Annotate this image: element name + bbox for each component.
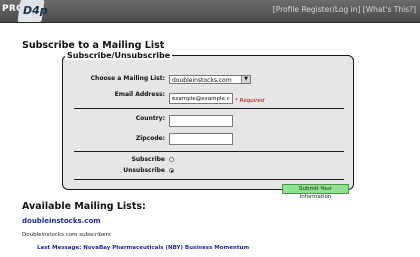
divider <box>74 179 344 180</box>
unsubscribe-label: Unsubscribe <box>123 167 165 174</box>
zipcode-input[interactable] <box>169 133 233 145</box>
available-lists-title: Available Mailing Lists: <box>22 201 146 212</box>
header-links: [Profile Register/Log in] [What's This?] <box>273 5 416 14</box>
country-input[interactable] <box>169 115 233 127</box>
divider <box>74 151 344 152</box>
logo-mark-text: D4p <box>23 4 48 17</box>
profile-link[interactable]: [Profile <box>273 5 299 14</box>
mailing-list-value: doubleinstocks.com <box>172 77 232 84</box>
subscribe-label: Subscribe <box>131 156 165 163</box>
choose-list-label: Choose a Mailing List: <box>90 75 165 82</box>
register-login-link[interactable]: Register/Log in] <box>301 5 360 14</box>
divider <box>74 108 344 109</box>
whats-this-link[interactable]: [What's This?] <box>363 5 416 14</box>
last-message-link[interactable]: Last Message: NovaBay Pharmaceuticals (N… <box>37 245 249 251</box>
mailing-list-select[interactable]: doubleinstocks.com ▼ <box>169 75 251 84</box>
subscribe-form: Subscribe/Unsubscribe Choose a Mailing L… <box>62 51 354 200</box>
list-subscribers-text: Doubleinstocks.com subscribers <box>22 232 111 238</box>
page-title: Subscribe to a Mailing List <box>22 40 165 51</box>
country-label: Country: <box>135 115 165 122</box>
unsubscribe-radio[interactable] <box>169 168 174 173</box>
form-legend: Subscribe/Unsubscribe <box>65 51 173 60</box>
dropdown-arrow-icon[interactable]: ▼ <box>241 76 250 83</box>
email-label: Email Address: <box>114 91 165 98</box>
subscribe-radio[interactable] <box>169 157 174 162</box>
zipcode-label: Zipcode: <box>135 135 165 142</box>
mailing-list-link[interactable]: doubleinstocks.com <box>22 217 101 225</box>
top-bar: PRO D4p [Profile Register/Log in] [What'… <box>0 0 420 23</box>
submit-button[interactable]: Submit Your Information <box>282 184 349 200</box>
required-note: * Required <box>235 98 265 104</box>
email-input[interactable] <box>169 93 233 104</box>
